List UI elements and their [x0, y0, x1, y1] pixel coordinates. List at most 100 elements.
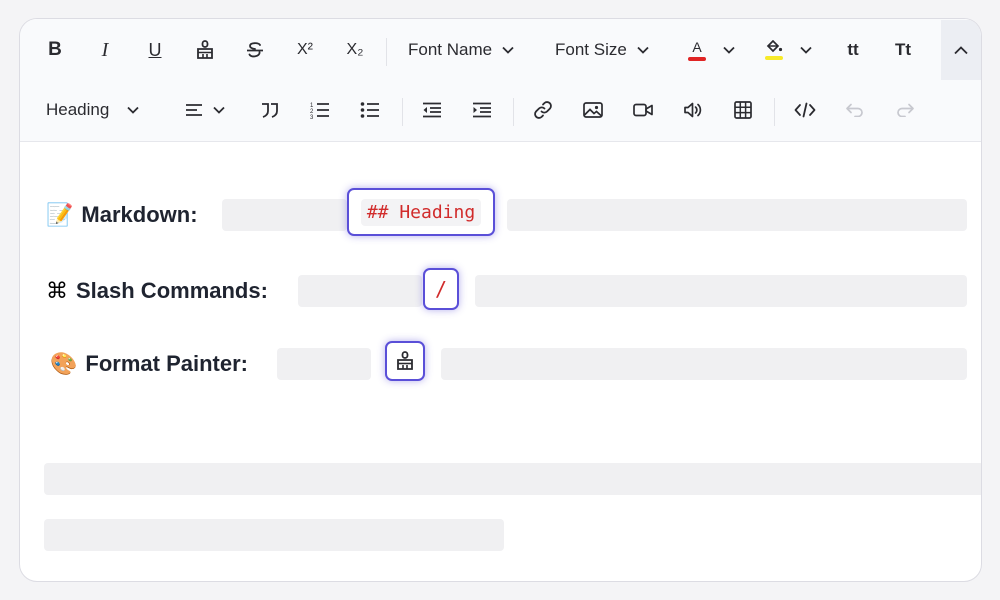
- brush-icon: [397, 351, 413, 370]
- undo-button[interactable]: [840, 92, 870, 128]
- align-dropdown[interactable]: [185, 92, 231, 128]
- insert-table-button[interactable]: [728, 92, 758, 128]
- strikethrough-icon: [247, 42, 263, 58]
- markdown-label: Markdown:: [81, 202, 198, 227]
- toolbar-row-1: B I U X² X₂ Font Name Font Size A tt Tt: [20, 20, 981, 80]
- superscript-button[interactable]: X²: [290, 32, 320, 68]
- placeholder-bar: [44, 463, 981, 495]
- underline-label: U: [148, 39, 162, 60]
- heading-label: Heading: [46, 100, 110, 119]
- chevron-down-icon: [127, 106, 139, 114]
- blockquote-button[interactable]: [255, 92, 285, 128]
- highlight-icon: [764, 40, 784, 60]
- chevron-down-icon: [637, 46, 649, 54]
- bold-label: B: [48, 39, 62, 60]
- slash-commands-feature-line: ⌘ Slash Commands:: [46, 275, 268, 307]
- table-icon: [734, 101, 752, 119]
- font-name-dropdown[interactable]: Font Name: [408, 32, 528, 68]
- insert-audio-button[interactable]: [678, 92, 708, 128]
- subscript-button[interactable]: X₂: [340, 32, 370, 68]
- placeholder-bar: [222, 199, 347, 231]
- insert-image-button[interactable]: [578, 92, 608, 128]
- font-size-label: Font Size: [555, 40, 627, 59]
- slash-example-code: /: [434, 277, 448, 301]
- rich-text-editor: B I U X² X₂ Font Name Font Size A tt Tt …: [19, 18, 982, 582]
- artist-palette-icon: 🎨: [50, 351, 78, 377]
- paint-bucket-icon: [766, 40, 783, 53]
- bullet-list-icon: [360, 102, 379, 118]
- outdent-button[interactable]: [417, 92, 447, 128]
- underline-button[interactable]: U: [140, 32, 170, 68]
- editor-content[interactable]: 📝 Markdown: ## Heading ⌘ Slash Commands:…: [20, 142, 981, 581]
- toolbar-divider: [402, 98, 403, 126]
- placeholder-bar: [507, 199, 967, 231]
- bullet-list-button[interactable]: [355, 92, 385, 128]
- lowercase-button[interactable]: tt: [838, 32, 868, 68]
- font-color-icon: A: [687, 40, 707, 61]
- chevron-down-icon: [723, 46, 735, 54]
- format-painter-feature-line: 🎨 Format Painter:: [50, 348, 248, 380]
- placeholder-bar: [44, 519, 504, 551]
- insert-video-button[interactable]: [628, 92, 658, 128]
- indent-icon: [473, 102, 491, 118]
- toolbar-divider: [774, 98, 775, 126]
- font-color-letter: A: [692, 38, 702, 55]
- code-icon: [794, 102, 816, 118]
- strikethrough-button[interactable]: [240, 32, 270, 68]
- format-painter-button[interactable]: [190, 32, 220, 68]
- quote-icon: [262, 103, 278, 118]
- ordered-list-button[interactable]: 1 2 3: [305, 92, 335, 128]
- capitalize-label: Tt: [894, 40, 912, 59]
- outdent-icon: [423, 102, 441, 118]
- redo-button[interactable]: [890, 92, 920, 128]
- placeholder-bar: [475, 275, 967, 307]
- video-icon: [633, 103, 653, 117]
- font-color-button[interactable]: A: [687, 32, 745, 68]
- insert-link-button[interactable]: [528, 92, 558, 128]
- toolbar-row-2: Heading 1 2 3: [20, 80, 981, 140]
- font-name-label: Font Name: [408, 40, 493, 59]
- placeholder-bar: [277, 348, 371, 380]
- link-icon: [534, 101, 552, 119]
- chevron-down-icon: [800, 46, 812, 54]
- bold-button[interactable]: B: [40, 32, 70, 68]
- placeholder-bar: [441, 348, 967, 380]
- undo-icon: [846, 103, 863, 117]
- chevron-down-icon: [213, 106, 225, 114]
- toolbar-divider: [386, 38, 387, 66]
- format-painter-example-highlight: [385, 341, 425, 381]
- command-key-icon: ⌘: [46, 278, 68, 304]
- image-icon: [583, 102, 603, 118]
- subscript-label: X₂: [346, 41, 364, 58]
- svg-text:3: 3: [310, 115, 314, 119]
- collapse-toolbar-button[interactable]: [941, 20, 981, 80]
- italic-label: I: [101, 38, 109, 61]
- placeholder-bar: [298, 275, 422, 307]
- numbered-list-icon: 1 2 3: [310, 103, 329, 119]
- toolbar-divider: [513, 98, 514, 126]
- toolbar: B I U X² X₂ Font Name Font Size A tt Tt …: [20, 19, 981, 142]
- indent-button[interactable]: [467, 92, 497, 128]
- italic-button[interactable]: I: [90, 32, 120, 68]
- superscript-label: X²: [297, 41, 313, 58]
- markdown-example-code: ## Heading: [360, 198, 482, 226]
- markdown-example-highlight: ## Heading: [347, 188, 495, 236]
- slash-commands-label: Slash Commands:: [76, 278, 268, 303]
- lowercase-label: tt: [847, 40, 859, 59]
- markdown-feature-line: 📝 Markdown:: [46, 199, 198, 231]
- audio-icon: [684, 102, 702, 118]
- brush-icon: [197, 40, 213, 59]
- highlight-color-button[interactable]: [764, 32, 824, 68]
- font-color-swatch: [688, 56, 706, 61]
- font-size-dropdown[interactable]: Font Size: [555, 32, 675, 68]
- capitalize-button[interactable]: Tt: [888, 32, 918, 68]
- heading-dropdown[interactable]: Heading: [46, 92, 156, 128]
- slash-example-highlight: /: [423, 268, 459, 310]
- source-code-button[interactable]: [790, 92, 820, 128]
- redo-icon: [897, 103, 914, 117]
- memo-icon: 📝: [46, 202, 74, 228]
- chevron-up-icon: [954, 45, 968, 54]
- highlight-color-swatch: [765, 56, 783, 60]
- chevron-down-icon: [502, 46, 514, 54]
- format-painter-label: Format Painter:: [85, 351, 248, 376]
